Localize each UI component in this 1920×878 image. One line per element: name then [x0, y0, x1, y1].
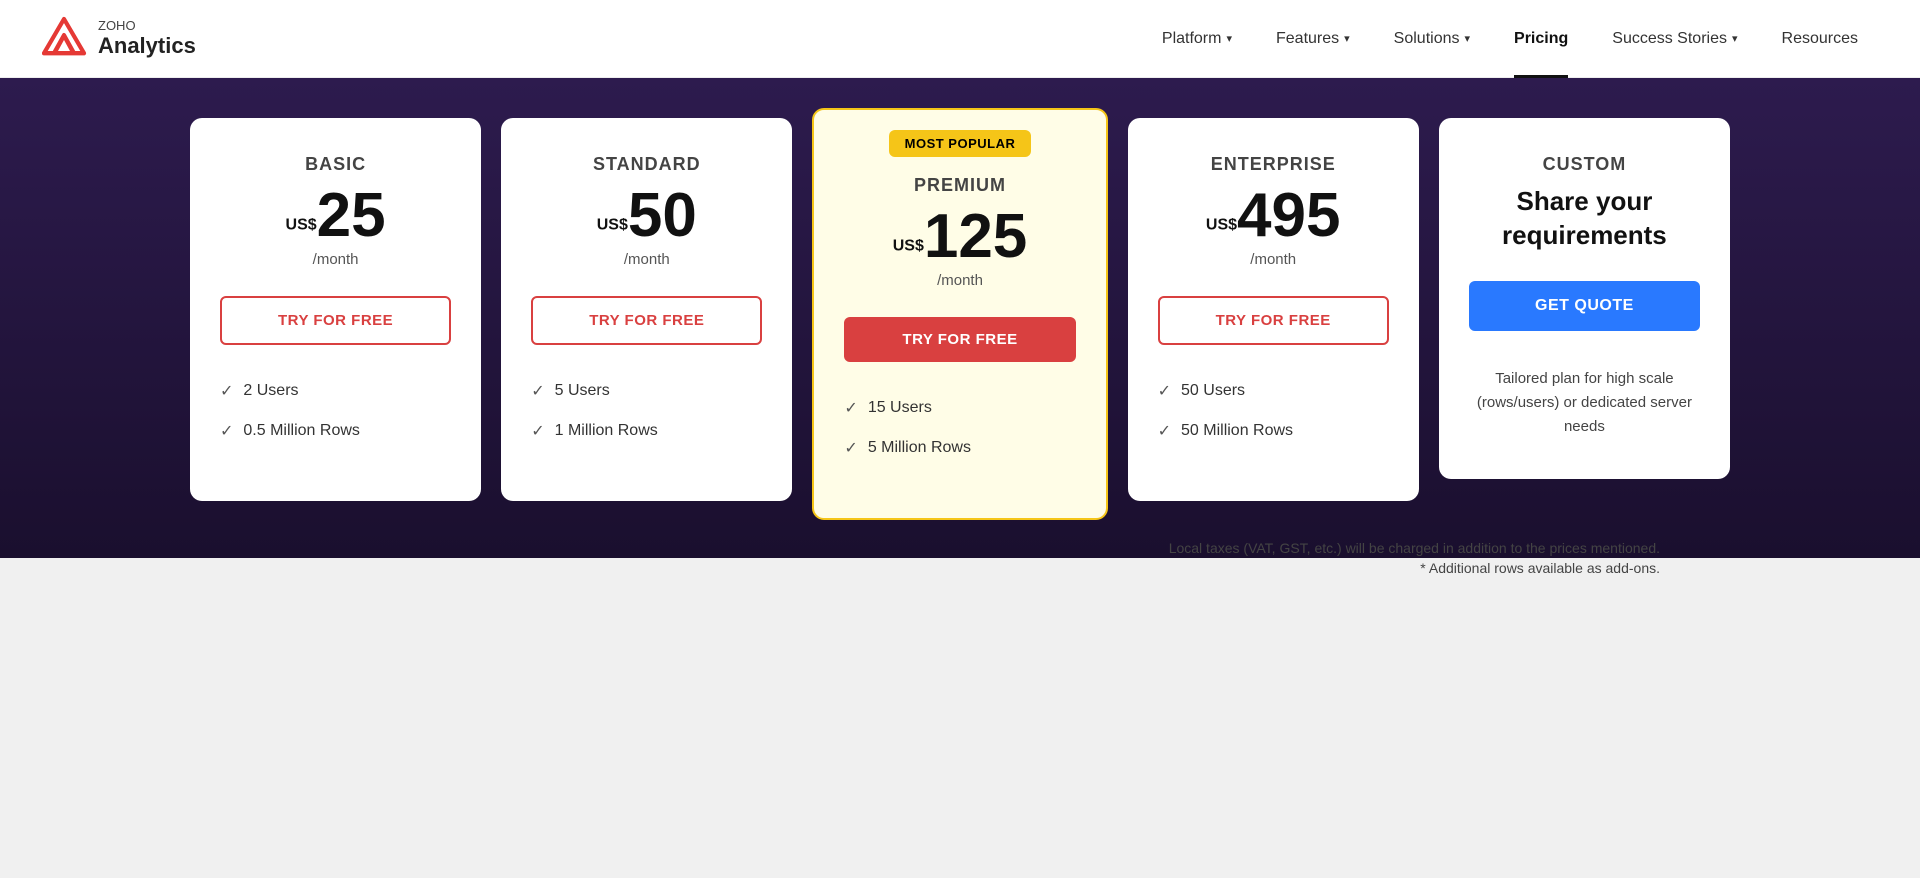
basic-feature-rows: ✓ 0.5 Million Rows	[220, 421, 451, 441]
addon-note: * Additional rows available as add-ons.	[260, 560, 1660, 576]
basic-plan-name: BASIC	[220, 154, 451, 175]
plans-container: BASIC US$25 /month TRY FOR FREE ✓ 2 User…	[180, 118, 1740, 520]
check-icon: ✓	[1158, 421, 1171, 441]
tax-note: Local taxes (VAT, GST, etc.) will be cha…	[260, 540, 1660, 556]
standard-period: /month	[531, 251, 762, 268]
enterprise-cta-button[interactable]: TRY FOR FREE	[1158, 296, 1389, 345]
enterprise-plan-name: ENTERPRISE	[1158, 154, 1389, 175]
premium-currency: US$	[893, 238, 924, 255]
plan-premium: MOST POPULAR PREMIUM US$125 /month TRY F…	[812, 108, 1107, 520]
nav-pricing[interactable]: Pricing	[1492, 0, 1590, 78]
standard-features: ✓ 5 Users ✓ 1 Million Rows	[531, 381, 762, 441]
basic-price: 25	[317, 181, 386, 250]
basic-period: /month	[220, 251, 451, 268]
check-icon: ✓	[1158, 381, 1171, 401]
success-stories-arrow: ▾	[1732, 32, 1738, 45]
pricing-section: BASIC US$25 /month TRY FOR FREE ✓ 2 User…	[0, 78, 1920, 878]
enterprise-period: /month	[1158, 251, 1389, 268]
plan-custom: CUSTOM Share your requirements GET QUOTE…	[1439, 118, 1730, 479]
custom-description: Tailored plan for high scale (rows/users…	[1469, 367, 1700, 439]
premium-period: /month	[844, 272, 1075, 289]
enterprise-feature-rows: ✓ 50 Million Rows	[1158, 421, 1389, 441]
solutions-arrow: ▾	[1465, 32, 1471, 45]
nav-links: Platform ▾ Features ▾ Solutions ▾ Pricin…	[1140, 0, 1880, 78]
logo-icon	[40, 15, 88, 63]
logo-analytics-text: Analytics	[98, 34, 196, 58]
standard-plan-name: STANDARD	[531, 154, 762, 175]
premium-cta-button[interactable]: TRY FOR FREE	[844, 317, 1075, 362]
basic-features: ✓ 2 Users ✓ 0.5 Million Rows	[220, 381, 451, 441]
nav-solutions[interactable]: Solutions ▾	[1372, 0, 1492, 78]
check-icon: ✓	[220, 381, 233, 401]
navbar: ZOHO Analytics Platform ▾ Features ▾ Sol…	[0, 0, 1920, 78]
check-icon: ✓	[220, 421, 233, 441]
standard-currency: US$	[597, 217, 628, 234]
enterprise-currency: US$	[1206, 217, 1237, 234]
check-icon: ✓	[531, 421, 544, 441]
platform-arrow: ▾	[1226, 32, 1232, 45]
premium-features: ✓ 15 Users ✓ 5 Million Rows	[844, 398, 1075, 458]
custom-share-text: Share your requirements	[1469, 185, 1700, 253]
nav-success-stories[interactable]: Success Stories ▾	[1590, 0, 1759, 78]
standard-price-row: US$50	[531, 185, 762, 247]
custom-cta-button[interactable]: GET QUOTE	[1469, 281, 1700, 331]
premium-price-row: US$125	[844, 206, 1075, 268]
custom-plan-name: CUSTOM	[1469, 154, 1700, 175]
enterprise-features: ✓ 50 Users ✓ 50 Million Rows	[1158, 381, 1389, 441]
plan-enterprise: ENTERPRISE US$495 /month TRY FOR FREE ✓ …	[1128, 118, 1419, 501]
nav-platform[interactable]: Platform ▾	[1140, 0, 1254, 78]
footer-notes: Local taxes (VAT, GST, etc.) will be cha…	[180, 520, 1740, 576]
plan-basic: BASIC US$25 /month TRY FOR FREE ✓ 2 User…	[190, 118, 481, 501]
standard-cta-button[interactable]: TRY FOR FREE	[531, 296, 762, 345]
basic-currency: US$	[286, 217, 317, 234]
logo[interactable]: ZOHO Analytics	[40, 15, 196, 63]
basic-price-row: US$25	[220, 185, 451, 247]
check-icon: ✓	[531, 381, 544, 401]
standard-feature-rows: ✓ 1 Million Rows	[531, 421, 762, 441]
basic-feature-users: ✓ 2 Users	[220, 381, 451, 401]
premium-feature-users: ✓ 15 Users	[844, 398, 1075, 418]
enterprise-price-row: US$495	[1158, 185, 1389, 247]
features-arrow: ▾	[1344, 32, 1350, 45]
check-icon: ✓	[844, 398, 857, 418]
nav-resources[interactable]: Resources	[1760, 0, 1880, 78]
most-popular-badge: MOST POPULAR	[889, 130, 1032, 157]
check-icon: ✓	[844, 438, 857, 458]
premium-plan-name: PREMIUM	[844, 175, 1075, 196]
enterprise-price: 495	[1237, 181, 1340, 250]
standard-feature-users: ✓ 5 Users	[531, 381, 762, 401]
basic-cta-button[interactable]: TRY FOR FREE	[220, 296, 451, 345]
nav-features[interactable]: Features ▾	[1254, 0, 1372, 78]
logo-zoho-text: ZOHO	[98, 19, 196, 33]
standard-price: 50	[628, 181, 697, 250]
premium-feature-rows: ✓ 5 Million Rows	[844, 438, 1075, 458]
premium-price: 125	[924, 202, 1027, 271]
enterprise-feature-users: ✓ 50 Users	[1158, 381, 1389, 401]
plan-standard: STANDARD US$50 /month TRY FOR FREE ✓ 5 U…	[501, 118, 792, 501]
